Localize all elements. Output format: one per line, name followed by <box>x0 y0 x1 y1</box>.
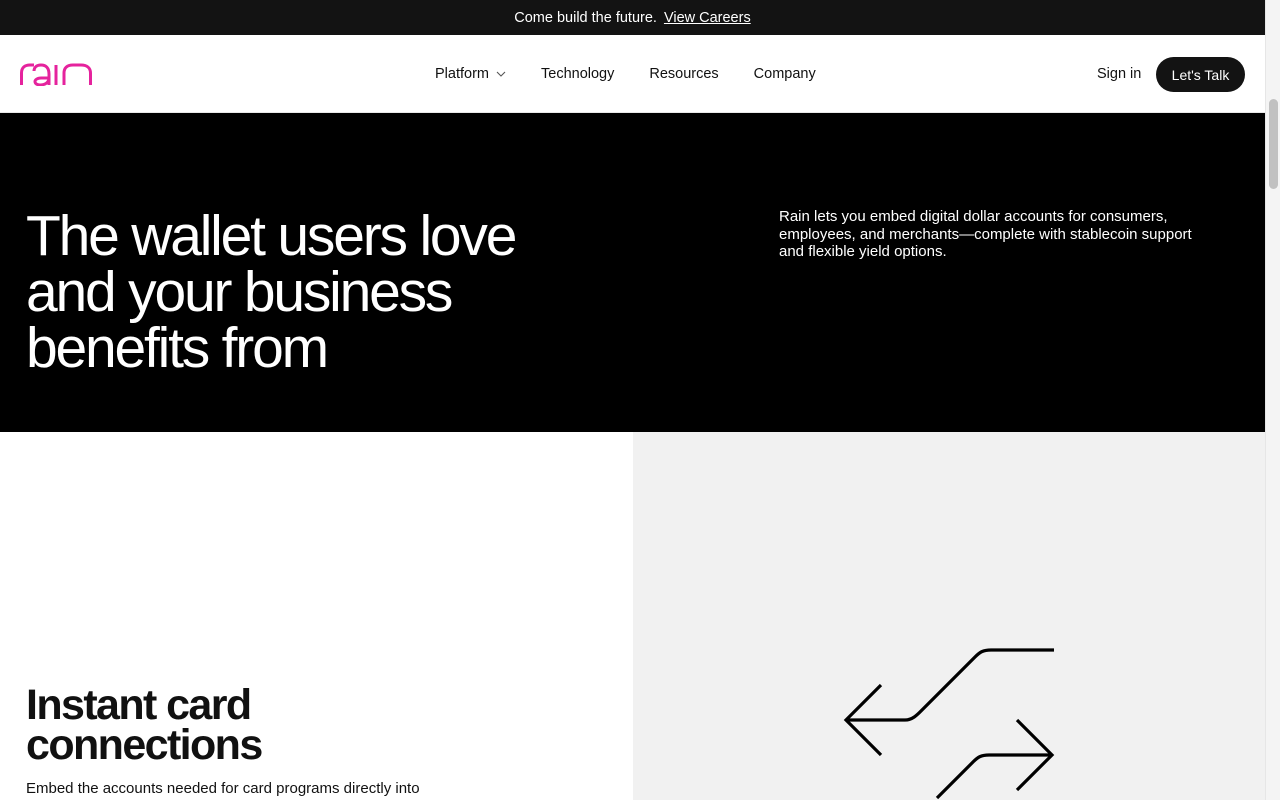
nav-resources[interactable]: Resources <box>649 66 718 82</box>
chevron-down-icon <box>496 71 506 77</box>
nav-technology[interactable]: Technology <box>541 66 614 82</box>
nav-company-label: Company <box>753 66 816 82</box>
main-nav: Platform Technology Resources Company <box>435 35 851 113</box>
announcement-text: Come build the future. <box>514 9 657 26</box>
nav-platform[interactable]: Platform <box>435 66 506 82</box>
lets-talk-button[interactable]: Let's Talk <box>1156 57 1245 92</box>
page-scrollbar[interactable] <box>1265 0 1280 800</box>
feature-title: Instant card connections <box>26 681 263 769</box>
hero-section: The wallet users love and your business … <box>0 113 1265 432</box>
nav-technology-label: Technology <box>541 66 615 82</box>
site-header: Platform Technology Resources Company Si… <box>0 35 1265 113</box>
page: Come build the future. View Careers Plat… <box>0 0 1265 800</box>
nav-resources-label: Resources <box>649 66 719 82</box>
feature-text-panel: Instant card connections Embed the accou… <box>0 432 633 800</box>
hero-title: The wallet users love and your business … <box>26 204 517 380</box>
hero-description: Rain lets you embed digital dollar accou… <box>779 208 1192 260</box>
feature-illustration-panel <box>633 432 1265 800</box>
nav-platform-label: Platform <box>435 66 489 82</box>
view-careers-link[interactable]: View Careers <box>664 10 751 26</box>
exchange-arrows-icon <box>843 648 1055 800</box>
rain-logo[interactable] <box>20 62 92 86</box>
nav-company[interactable]: Company <box>754 66 816 82</box>
sign-in-link[interactable]: Sign in <box>1097 35 1141 113</box>
feature-description: Embed the accounts needed for card progr… <box>26 780 420 797</box>
scrollbar-thumb[interactable] <box>1269 99 1278 189</box>
announcement-bar: Come build the future. View Careers <box>0 0 1265 35</box>
